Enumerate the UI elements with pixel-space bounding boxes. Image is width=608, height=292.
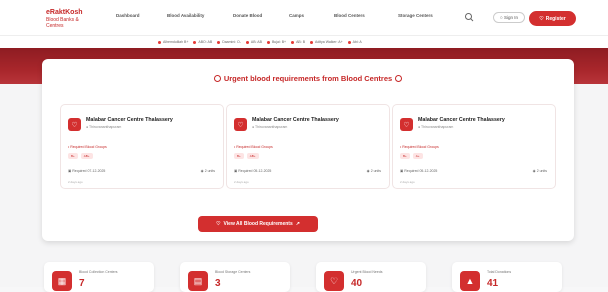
centre-location: ● Thiruvananthapuram bbox=[252, 125, 288, 129]
logo-subtitle: Blood Banks & Centres bbox=[46, 17, 79, 29]
posted-ago: 2 days ago bbox=[68, 180, 83, 184]
top-navbar: eRaktKosh Blood Banks & Centres Dashboar… bbox=[0, 0, 608, 36]
nav-donate-blood[interactable]: Donate Blood bbox=[233, 13, 262, 18]
requirement-card[interactable]: ♡ Malabar Cancer Centre Thalassery ● Thi… bbox=[392, 104, 556, 189]
stat-label: Blood Collection Centers bbox=[79, 270, 118, 274]
view-all-requirements-button[interactable]: ♡ View All Blood Requirements ↗ bbox=[198, 216, 318, 232]
blood-group-badge: B+ bbox=[234, 153, 244, 159]
blood-group-badge: A+ bbox=[412, 153, 423, 159]
nav-blood-availability[interactable]: Blood Availability bbox=[167, 13, 204, 18]
blood-group-badge: AB+ bbox=[246, 153, 259, 159]
ticker-item: Abi: A bbox=[347, 40, 362, 44]
stat-card-collection-centers[interactable]: ▦ Blood Collection Centers 7 bbox=[44, 262, 154, 292]
required-groups-label: • Required Blood Groups bbox=[400, 145, 439, 149]
units-needed: ◉ 2 units bbox=[532, 169, 547, 173]
stat-value: 7 bbox=[79, 278, 85, 289]
centre-name: Malabar Cancer Centre Thalassery bbox=[418, 117, 505, 123]
ticker-item: Aditya Walker: A+ bbox=[310, 40, 343, 44]
signin-label: Sign In bbox=[503, 15, 518, 20]
heart-icon: ♡ bbox=[539, 15, 544, 22]
signin-button[interactable]: ○ Sign In bbox=[493, 12, 525, 23]
requirement-card[interactable]: ♡ Malabar Cancer Centre Thalassery ● Thi… bbox=[60, 104, 224, 189]
requirement-card[interactable]: ♡ Malabar Cancer Centre Thalassery ● Thi… bbox=[226, 104, 390, 189]
hospital-icon: ♡ bbox=[234, 118, 247, 131]
posted-ago: 2 days ago bbox=[400, 180, 415, 184]
nav-storage-centers[interactable]: Storage Centers bbox=[398, 13, 433, 18]
centre-name: Malabar Cancer Centre Thalassery bbox=[252, 117, 339, 123]
blood-group-badge: B+ bbox=[400, 153, 410, 159]
site-logo[interactable]: eRaktKosh Blood Banks & Centres bbox=[46, 9, 94, 29]
logo-title: eRaktKosh bbox=[46, 9, 83, 16]
centre-name: Malabar Cancer Centre Thalassery bbox=[86, 117, 173, 123]
ticker-item: AB: B bbox=[291, 40, 305, 44]
ticker-item: Alhemdulilah B+ bbox=[158, 40, 188, 44]
stat-value: 41 bbox=[487, 278, 499, 289]
ticker-item: ABO: AB bbox=[193, 40, 212, 44]
arrow-icon: ↗ bbox=[295, 221, 300, 227]
required-date: ▣ Required 05-12-2025 bbox=[400, 169, 438, 173]
stat-label: Total Donations bbox=[487, 270, 512, 274]
chart-icon: ▲ bbox=[460, 271, 480, 291]
availability-ticker: Alhemdulilah B+ ABO: AB Daamini: O- AB: … bbox=[0, 36, 608, 48]
stat-label: Urgent Blood Needs bbox=[351, 270, 383, 274]
heart-icon: ♡ bbox=[216, 221, 221, 227]
search-icon[interactable] bbox=[464, 12, 474, 22]
blood-group-badge: AB+ bbox=[80, 153, 93, 159]
blood-group-badge: B+ bbox=[68, 153, 78, 159]
building-icon: ▦ bbox=[52, 271, 72, 291]
ticker-item: AB: AB bbox=[245, 40, 262, 44]
units-needed: ◉ 2 units bbox=[366, 169, 381, 173]
nav-camps[interactable]: Camps bbox=[289, 13, 304, 18]
stat-label: Blood Storage Centers bbox=[215, 270, 251, 274]
required-date: ▣ Required 07-12-2025 bbox=[68, 169, 106, 173]
ticker-item: Daamini: O- bbox=[217, 40, 241, 44]
blood-groups: B+ AB+ bbox=[68, 153, 93, 159]
ticker-item: Bujai: B+ bbox=[266, 40, 286, 44]
required-groups-label: • Required Blood Groups bbox=[68, 145, 107, 149]
clock-icon bbox=[213, 75, 221, 82]
units-needed: ◉ 2 units bbox=[200, 169, 215, 173]
panel-heading: Urgent blood requirements from Blood Cen… bbox=[42, 74, 574, 83]
register-label: Register bbox=[545, 15, 566, 22]
required-date: ▣ Required 05-12-2025 bbox=[234, 169, 272, 173]
required-groups-label: • Required Blood Groups bbox=[234, 145, 273, 149]
nav-blood-centers[interactable]: Blood Centers bbox=[334, 13, 365, 18]
hospital-icon: ♡ bbox=[400, 118, 413, 131]
blood-groups: B+ A+ bbox=[400, 153, 423, 159]
blood-groups: B+ AB+ bbox=[234, 153, 259, 159]
panel-title: Urgent blood requirements from Blood Cen… bbox=[223, 74, 393, 83]
heart-icon: ♡ bbox=[324, 271, 344, 291]
posted-ago: 2 days ago bbox=[234, 180, 249, 184]
nav-dashboard[interactable]: Dashboard bbox=[116, 13, 140, 18]
centre-location: ● Thiruvananthapuram bbox=[418, 125, 454, 129]
centre-location: ● Thiruvananthapuram bbox=[86, 125, 122, 129]
stat-card-storage-centers[interactable]: ▤ Blood Storage Centers 3 bbox=[180, 262, 290, 292]
stat-card-urgent-needs[interactable]: ♡ Urgent Blood Needs 40 bbox=[316, 262, 426, 292]
hospital-icon: ♡ bbox=[68, 118, 81, 131]
storage-icon: ▤ bbox=[188, 271, 208, 291]
stat-card-total-donations[interactable]: ▲ Total Donations 41 bbox=[452, 262, 562, 292]
view-all-label: View All Blood Requirements bbox=[223, 221, 293, 227]
info-icon bbox=[395, 75, 403, 82]
user-icon: ○ bbox=[500, 15, 503, 20]
register-button[interactable]: ♡ Register bbox=[529, 11, 576, 26]
urgent-requirements-panel: Urgent blood requirements from Blood Cen… bbox=[42, 59, 574, 241]
stat-value: 3 bbox=[215, 278, 221, 289]
stat-value: 40 bbox=[351, 278, 363, 289]
